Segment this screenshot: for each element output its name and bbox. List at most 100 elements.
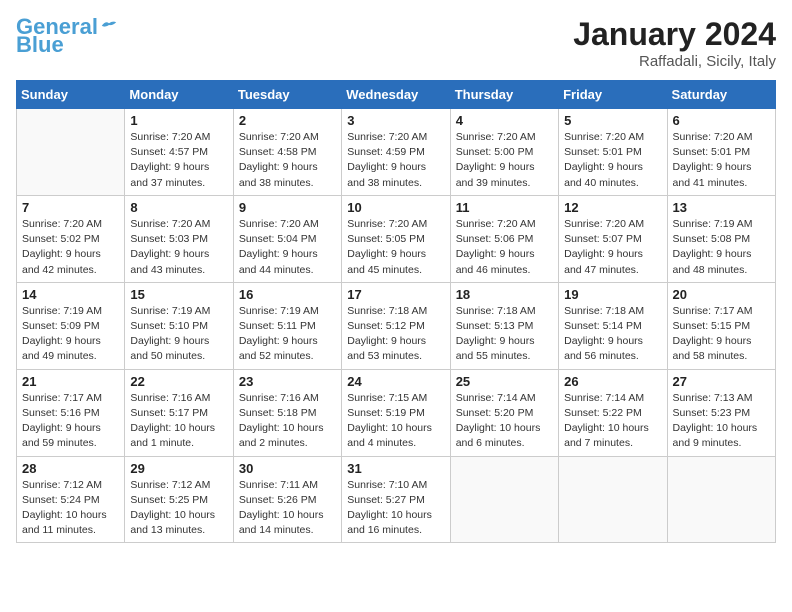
day-number: 14	[22, 287, 119, 302]
day-info: Sunrise: 7:12 AMSunset: 5:25 PMDaylight:…	[130, 478, 227, 539]
month-year-title: January 2024	[573, 16, 776, 53]
day-number: 8	[130, 200, 227, 215]
day-number: 15	[130, 287, 227, 302]
calendar-cell: 16 Sunrise: 7:19 AMSunset: 5:11 PMDayligh…	[233, 282, 341, 369]
weekday-header-wednesday: Wednesday	[342, 81, 450, 109]
day-info: Sunrise: 7:19 AMSunset: 5:09 PMDaylight:…	[22, 304, 119, 365]
calendar-cell: 5 Sunrise: 7:20 AMSunset: 5:01 PMDaylight…	[559, 109, 667, 196]
day-number: 21	[22, 374, 119, 389]
weekday-header-monday: Monday	[125, 81, 233, 109]
calendar-week-row: 7 Sunrise: 7:20 AMSunset: 5:02 PMDaylight…	[17, 195, 776, 282]
weekday-header-thursday: Thursday	[450, 81, 558, 109]
calendar-cell: 14 Sunrise: 7:19 AMSunset: 5:09 PMDayligh…	[17, 282, 125, 369]
calendar-header-row: SundayMondayTuesdayWednesdayThursdayFrid…	[17, 81, 776, 109]
day-number: 16	[239, 287, 336, 302]
day-info: Sunrise: 7:18 AMSunset: 5:13 PMDaylight:…	[456, 304, 553, 365]
day-info: Sunrise: 7:20 AMSunset: 4:57 PMDaylight:…	[130, 130, 227, 191]
calendar-cell: 18 Sunrise: 7:18 AMSunset: 5:13 PMDayligh…	[450, 282, 558, 369]
day-number: 23	[239, 374, 336, 389]
day-number: 26	[564, 374, 661, 389]
calendar-cell: 7 Sunrise: 7:20 AMSunset: 5:02 PMDaylight…	[17, 195, 125, 282]
calendar-table: SundayMondayTuesdayWednesdayThursdayFrid…	[16, 80, 776, 543]
calendar-cell: 13 Sunrise: 7:19 AMSunset: 5:08 PMDayligh…	[667, 195, 775, 282]
calendar-cell: 28 Sunrise: 7:12 AMSunset: 5:24 PMDayligh…	[17, 456, 125, 543]
calendar-cell	[450, 456, 558, 543]
day-number: 25	[456, 374, 553, 389]
day-info: Sunrise: 7:20 AMSunset: 5:04 PMDaylight:…	[239, 217, 336, 278]
title-block: January 2024 Raffadali, Sicily, Italy	[573, 16, 776, 70]
calendar-cell: 15Sunrise: 7:19 AMSunset: 5:10 PMDayligh…	[125, 282, 233, 369]
day-info: Sunrise: 7:16 AMSunset: 5:18 PMDaylight:…	[239, 391, 336, 452]
day-number: 28	[22, 461, 119, 476]
calendar-cell: 23 Sunrise: 7:16 AMSunset: 5:18 PMDayligh…	[233, 369, 341, 456]
calendar-cell: 1 Sunrise: 7:20 AMSunset: 4:57 PMDaylight…	[125, 109, 233, 196]
day-info: Sunrise: 7:19 AMSunset: 5:08 PMDaylight:…	[673, 217, 770, 278]
day-number: 1	[130, 113, 227, 128]
day-info: Sunrise: 7:14 AMSunset: 5:22 PMDaylight:…	[564, 391, 661, 452]
calendar-cell: 4 Sunrise: 7:20 AMSunset: 5:00 PMDaylight…	[450, 109, 558, 196]
calendar-cell: 30Sunrise: 7:11 AMSunset: 5:26 PMDayligh…	[233, 456, 341, 543]
calendar-cell: 19 Sunrise: 7:18 AMSunset: 5:14 PMDayligh…	[559, 282, 667, 369]
weekday-header-saturday: Saturday	[667, 81, 775, 109]
day-info: Sunrise: 7:20 AMSunset: 5:01 PMDaylight:…	[564, 130, 661, 191]
calendar-cell: 31 Sunrise: 7:10 AMSunset: 5:27 PMDayligh…	[342, 456, 450, 543]
day-number: 17	[347, 287, 444, 302]
day-number: 31	[347, 461, 444, 476]
page-header: General Blue January 2024 Raffadali, Sic…	[16, 16, 776, 70]
day-number: 6	[673, 113, 770, 128]
day-info: Sunrise: 7:20 AMSunset: 5:05 PMDaylight:…	[347, 217, 444, 278]
day-info: Sunrise: 7:17 AMSunset: 5:16 PMDaylight:…	[22, 391, 119, 452]
day-number: 27	[673, 374, 770, 389]
calendar-cell: 10 Sunrise: 7:20 AMSunset: 5:05 PMDayligh…	[342, 195, 450, 282]
day-number: 7	[22, 200, 119, 215]
day-info: Sunrise: 7:13 AMSunset: 5:23 PMDaylight:…	[673, 391, 770, 452]
day-number: 20	[673, 287, 770, 302]
logo-blue: Blue	[16, 34, 64, 56]
location-subtitle: Raffadali, Sicily, Italy	[573, 53, 776, 70]
calendar-cell	[667, 456, 775, 543]
calendar-week-row: 21 Sunrise: 7:17 AMSunset: 5:16 PMDayligh…	[17, 369, 776, 456]
day-info: Sunrise: 7:17 AMSunset: 5:15 PMDaylight:…	[673, 304, 770, 365]
day-number: 9	[239, 200, 336, 215]
calendar-cell: 21 Sunrise: 7:17 AMSunset: 5:16 PMDayligh…	[17, 369, 125, 456]
day-info: Sunrise: 7:20 AMSunset: 5:03 PMDaylight:…	[130, 217, 227, 278]
calendar-cell: 20 Sunrise: 7:17 AMSunset: 5:15 PMDayligh…	[667, 282, 775, 369]
calendar-cell: 8 Sunrise: 7:20 AMSunset: 5:03 PMDaylight…	[125, 195, 233, 282]
day-info: Sunrise: 7:19 AMSunset: 5:11 PMDaylight:…	[239, 304, 336, 365]
day-number: 24	[347, 374, 444, 389]
calendar-cell: 29 Sunrise: 7:12 AMSunset: 5:25 PMDayligh…	[125, 456, 233, 543]
calendar-cell: 9 Sunrise: 7:20 AMSunset: 5:04 PMDaylight…	[233, 195, 341, 282]
day-info: Sunrise: 7:18 AMSunset: 5:14 PMDaylight:…	[564, 304, 661, 365]
day-info: Sunrise: 7:11 AMSunset: 5:26 PMDaylight:…	[239, 478, 336, 539]
day-number: 3	[347, 113, 444, 128]
calendar-week-row: 14 Sunrise: 7:19 AMSunset: 5:09 PMDayligh…	[17, 282, 776, 369]
calendar-week-row: 1 Sunrise: 7:20 AMSunset: 4:57 PMDaylight…	[17, 109, 776, 196]
calendar-cell: 27 Sunrise: 7:13 AMSunset: 5:23 PMDayligh…	[667, 369, 775, 456]
calendar-cell: 22Sunrise: 7:16 AMSunset: 5:17 PMDayligh…	[125, 369, 233, 456]
day-info: Sunrise: 7:16 AMSunset: 5:17 PMDaylight:…	[130, 391, 227, 452]
weekday-header-sunday: Sunday	[17, 81, 125, 109]
day-info: Sunrise: 7:20 AMSunset: 5:01 PMDaylight:…	[673, 130, 770, 191]
day-number: 4	[456, 113, 553, 128]
day-number: 29	[130, 461, 227, 476]
calendar-cell: 25 Sunrise: 7:14 AMSunset: 5:20 PMDayligh…	[450, 369, 558, 456]
day-info: Sunrise: 7:20 AMSunset: 5:02 PMDaylight:…	[22, 217, 119, 278]
day-info: Sunrise: 7:20 AMSunset: 5:00 PMDaylight:…	[456, 130, 553, 191]
day-number: 5	[564, 113, 661, 128]
logo: General Blue	[16, 16, 118, 56]
calendar-cell: 26 Sunrise: 7:14 AMSunset: 5:22 PMDayligh…	[559, 369, 667, 456]
day-info: Sunrise: 7:20 AMSunset: 4:58 PMDaylight:…	[239, 130, 336, 191]
calendar-cell	[17, 109, 125, 196]
day-info: Sunrise: 7:12 AMSunset: 5:24 PMDaylight:…	[22, 478, 119, 539]
day-number: 18	[456, 287, 553, 302]
day-number: 10	[347, 200, 444, 215]
day-info: Sunrise: 7:10 AMSunset: 5:27 PMDaylight:…	[347, 478, 444, 539]
day-info: Sunrise: 7:14 AMSunset: 5:20 PMDaylight:…	[456, 391, 553, 452]
day-number: 19	[564, 287, 661, 302]
calendar-cell: 17Sunrise: 7:18 AMSunset: 5:12 PMDayligh…	[342, 282, 450, 369]
calendar-cell	[559, 456, 667, 543]
day-number: 13	[673, 200, 770, 215]
calendar-week-row: 28 Sunrise: 7:12 AMSunset: 5:24 PMDayligh…	[17, 456, 776, 543]
day-info: Sunrise: 7:20 AMSunset: 5:06 PMDaylight:…	[456, 217, 553, 278]
day-number: 11	[456, 200, 553, 215]
